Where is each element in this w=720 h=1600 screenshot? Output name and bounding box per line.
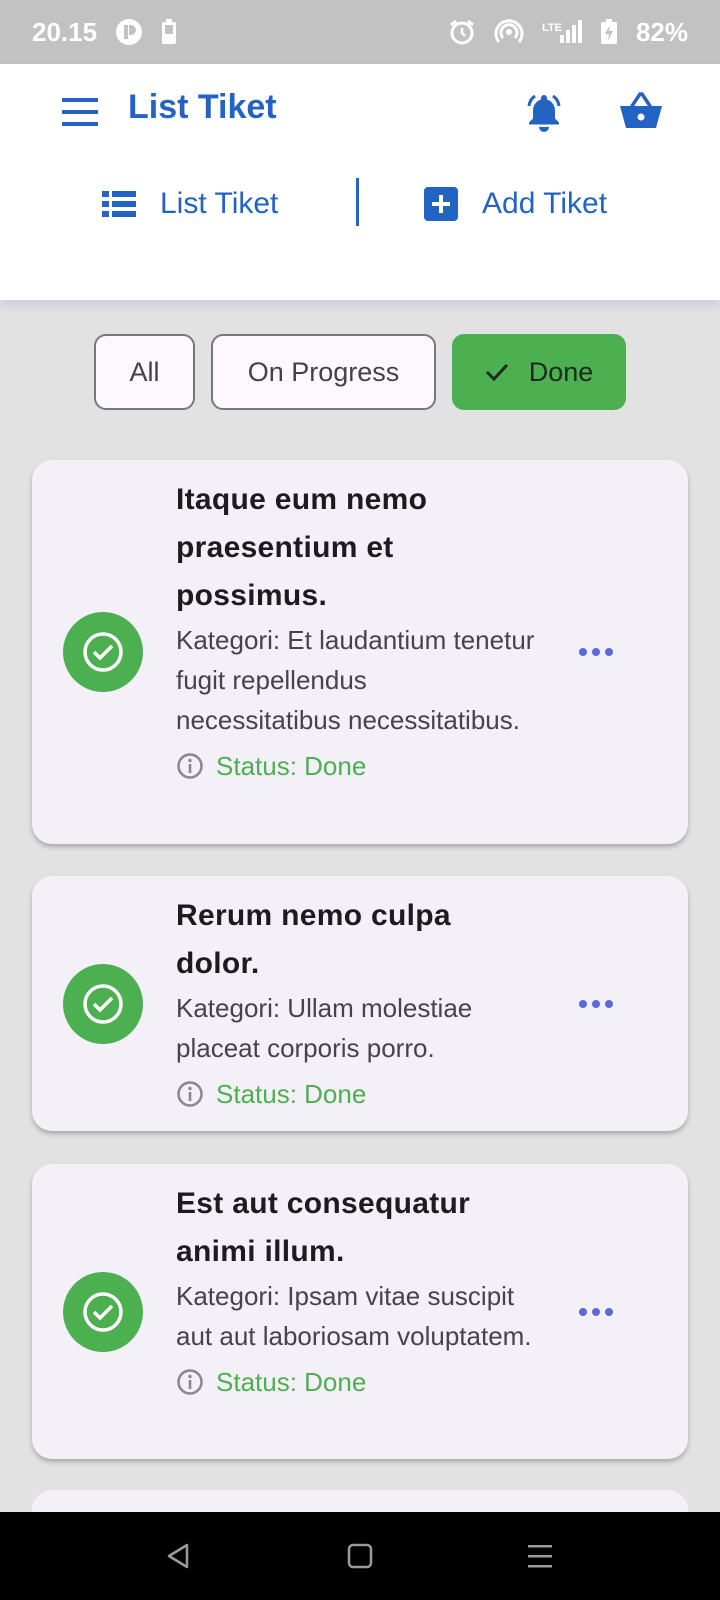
more-options-button[interactable] bbox=[568, 632, 624, 672]
nav-list-label: List Tiket bbox=[160, 187, 279, 220]
nav-list-tiket[interactable]: List Tiket bbox=[102, 174, 278, 234]
check-icon bbox=[485, 363, 508, 382]
battery-level: 82% bbox=[635, 16, 688, 47]
signal-icon: LTE bbox=[542, 19, 582, 45]
done-check-circle-icon bbox=[63, 964, 143, 1044]
ticket-category: Kategori: Ipsam vitae suscipit aut aut l… bbox=[176, 1281, 532, 1351]
ticket-card[interactable]: Rerum nemo culpa dolor. Kategori: Ullam … bbox=[32, 876, 688, 1131]
basket-icon bbox=[620, 92, 662, 128]
ticket-title: Rerum nemo culpa dolor. bbox=[176, 899, 451, 980]
bell-icon bbox=[527, 94, 561, 132]
ticket-category: Kategori: Et laudantium tenetur fugit re… bbox=[176, 625, 535, 735]
ticket-card-body: Itaque eum nemo praesentium et possimus.… bbox=[176, 476, 536, 786]
ticket-title: Est aut consequatur animi illum. bbox=[176, 1187, 471, 1268]
svg-text:LTE: LTE bbox=[542, 22, 562, 34]
more-horizontal-icon bbox=[579, 1308, 613, 1316]
more-horizontal-icon bbox=[579, 648, 613, 656]
recents-lines-icon bbox=[528, 1545, 552, 1568]
status-time: 20.15 bbox=[32, 16, 98, 47]
ticket-card-body: Est aut consequatur animi illum. Kategor… bbox=[176, 1180, 536, 1402]
more-options-button[interactable] bbox=[568, 1292, 624, 1332]
ticket-card[interactable]: Est aut consequatur animi illum. Kategor… bbox=[32, 1164, 688, 1459]
ticket-card[interactable]: Itaque eum nemo praesentium et possimus.… bbox=[32, 460, 688, 844]
ticket-status: Status: Done bbox=[176, 1362, 536, 1402]
ticket-category: Kategori: Ullam molestiae placeat corpor… bbox=[176, 993, 473, 1063]
ticket-status: Status: Done bbox=[176, 746, 536, 786]
ticket-title: Itaque eum nemo praesentium et possimus. bbox=[176, 483, 428, 612]
ticket-status: Status: Done bbox=[176, 1074, 536, 1114]
list-icon bbox=[102, 191, 136, 217]
alarm-icon bbox=[448, 18, 476, 46]
recents-button[interactable] bbox=[522, 1538, 558, 1574]
menu-icon bbox=[62, 98, 98, 126]
system-nav-bar bbox=[0, 1512, 720, 1600]
done-check-circle-icon bbox=[63, 1272, 143, 1352]
page-title: List Tiket bbox=[128, 88, 277, 126]
info-icon bbox=[177, 753, 203, 779]
battery-saver-icon bbox=[161, 19, 177, 45]
done-check-circle-icon bbox=[63, 612, 143, 692]
info-icon bbox=[177, 1369, 203, 1395]
home-button[interactable] bbox=[342, 1538, 378, 1574]
menu-button[interactable] bbox=[60, 94, 100, 130]
ticket-status-label: Status: Done bbox=[216, 1079, 367, 1109]
back-triangle-icon bbox=[167, 1543, 189, 1569]
add-square-icon bbox=[424, 187, 458, 221]
app-notification-icon bbox=[115, 18, 143, 46]
hotspot-icon bbox=[494, 17, 524, 47]
header-nav: List Tiket Add Tiket bbox=[0, 174, 720, 234]
info-icon bbox=[177, 1081, 203, 1107]
ticket-card-body: Rerum nemo culpa dolor. Kategori: Ullam … bbox=[176, 892, 536, 1114]
filter-chips: All On Progress Done bbox=[0, 334, 720, 410]
nav-add-tiket[interactable]: Add Tiket bbox=[424, 174, 607, 234]
home-square-icon bbox=[347, 1543, 373, 1569]
battery-charging-icon bbox=[600, 19, 618, 45]
status-bar: 20.15 LTE 82% bbox=[0, 0, 720, 64]
notifications-button[interactable] bbox=[522, 90, 566, 134]
back-button[interactable] bbox=[160, 1538, 196, 1574]
app-header: List Tiket List Tiket Add Tiket bbox=[0, 64, 720, 300]
filter-chip-label: Done bbox=[528, 356, 594, 387]
filter-chip-label: On Progress bbox=[247, 356, 400, 387]
more-options-button[interactable] bbox=[568, 984, 624, 1024]
app-bar: List Tiket bbox=[0, 64, 720, 160]
filter-chip-label: All bbox=[129, 356, 160, 387]
nav-add-label: Add Tiket bbox=[482, 187, 608, 220]
filter-chip-on-progress[interactable]: On Progress bbox=[211, 334, 436, 410]
basket-button[interactable] bbox=[618, 90, 664, 134]
nav-divider bbox=[356, 178, 359, 226]
filter-chip-done[interactable]: Done bbox=[452, 334, 626, 410]
ticket-status-label: Status: Done bbox=[216, 751, 367, 781]
more-horizontal-icon bbox=[579, 1000, 613, 1008]
filter-chip-all[interactable]: All bbox=[94, 334, 195, 410]
ticket-status-label: Status: Done bbox=[216, 1367, 367, 1397]
